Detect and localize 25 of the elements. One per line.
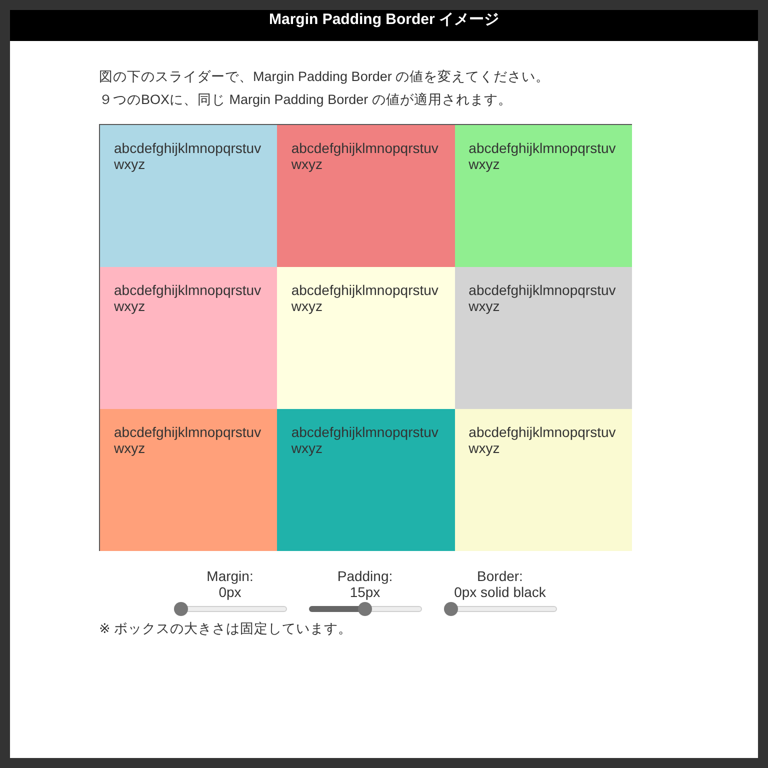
slider-label: Padding: bbox=[337, 568, 393, 584]
slider-label: Margin: bbox=[206, 568, 254, 584]
box-text: abcdefghijklmnopqrstuvwxyz bbox=[468, 140, 617, 172]
box-text: abcdefghijklmnopqrstuvwxyz bbox=[291, 424, 440, 456]
box-text: abcdefghijklmnopqrstuvwxyz bbox=[114, 282, 262, 314]
slider[interactable] bbox=[174, 602, 286, 616]
slider-label: Border: bbox=[477, 568, 523, 584]
box-text: abcdefghijklmnopqrstuvwxyz bbox=[291, 282, 440, 314]
slider-thumb[interactable] bbox=[444, 602, 458, 616]
instruction-text: 図の下のスライダーで、Margin Padding Border の値を変えてください。 bbox=[99, 68, 550, 86]
box-text: abcdefghijklmnopqrstuvwxyz bbox=[468, 282, 617, 314]
note-text: ※ ボックスの大きさは固定しています。 bbox=[99, 621, 352, 637]
box-text: abcdefghijklmnopqrstuvwxyz bbox=[291, 140, 440, 172]
page-title: Margin Padding Border イメージ bbox=[268, 11, 499, 29]
slider-thumb[interactable] bbox=[174, 602, 188, 616]
box-text: abcdefghijklmnopqrstuvwxyz bbox=[468, 424, 617, 456]
instruction-text: ９つのBOXに、同じ Margin Padding Border の値が適用されます。 bbox=[99, 91, 512, 109]
slider[interactable] bbox=[308, 602, 422, 616]
slider-value: 0px solid black bbox=[454, 584, 546, 600]
slider[interactable] bbox=[444, 602, 556, 616]
slider-thumb[interactable] bbox=[358, 602, 372, 616]
slider-value: 0px bbox=[218, 584, 242, 600]
box-text: abcdefghijklmnopqrstuvwxyz bbox=[114, 140, 262, 172]
box-text: abcdefghijklmnopqrstuvwxyz bbox=[114, 424, 262, 456]
slider-value: 15px bbox=[350, 584, 380, 600]
